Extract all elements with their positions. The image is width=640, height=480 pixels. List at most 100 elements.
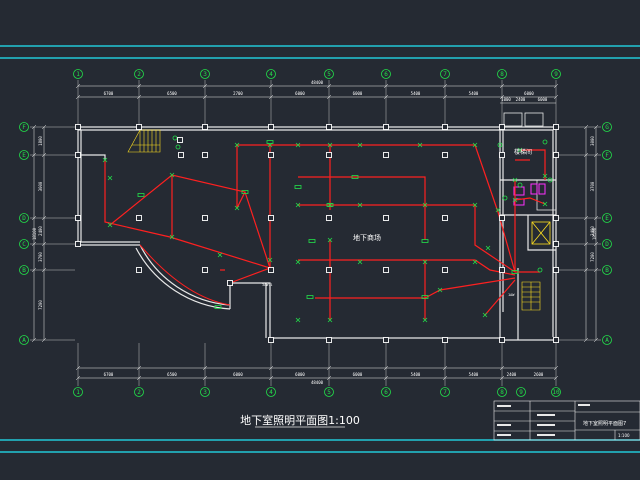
drawing-title: 地下室照明平面图1:100 [240, 413, 360, 427]
emergency-light-0 [172, 135, 178, 141]
dim-left-texts-1: 3000 [38, 181, 43, 191]
grid-bubble-top-7: 7 [440, 69, 450, 79]
dim-bottom-texts-4: 6000 [353, 372, 363, 377]
grid-bubble-top-3-label: 3 [203, 71, 207, 78]
column-37 [268, 337, 274, 343]
column-25 [499, 215, 505, 221]
dim-bottom-segments: 6700 6500 6000 6000 6000 5400 5400 2400 2600 [104, 372, 544, 377]
column-26 [553, 215, 559, 221]
grid-bubble-top-8-label: 8 [500, 71, 504, 78]
dim-bottom-texts-7: 2400 [507, 372, 517, 377]
dim-top-overall: 48400 [311, 80, 324, 85]
light-fixture-23 [295, 317, 301, 323]
emergency-light-3 [542, 139, 548, 145]
fluorescent-light-4 [294, 185, 302, 189]
column-21 [268, 215, 274, 221]
column-7 [499, 124, 505, 130]
grid-bubble-left-D-label: D [22, 215, 26, 222]
building-walls [77, 112, 557, 341]
grid-bubble-right-G: G [602, 122, 612, 132]
column-16 [499, 152, 505, 158]
grid-bubble-bottom-3: 3 [200, 387, 210, 397]
stair-left [127, 129, 161, 153]
column-32 [326, 267, 332, 273]
grid-bubble-left-F-label: F [22, 124, 26, 131]
panel-tag: 3AW-1 [262, 283, 273, 287]
column-17 [553, 152, 559, 158]
grid-bubble-bottom-7: 7 [440, 387, 450, 397]
column-42 [553, 337, 559, 343]
grid-bubble-right-G-label: G [605, 124, 609, 131]
grid-bubble-top-1-label: 1 [76, 71, 80, 78]
dim-top-right-texts-0: 1000 [501, 97, 511, 102]
column-8 [553, 124, 559, 130]
grid-bubble-top-8: 8 [497, 69, 507, 79]
dim-bottom-texts-5: 5400 [411, 372, 421, 377]
dim-bottom-texts-8: 2600 [534, 372, 544, 377]
emergency-light-1 [175, 144, 181, 150]
grid-bubble-right-D: D [602, 239, 612, 249]
grid-bubble-bottom-2: 2 [134, 387, 144, 397]
column-44 [177, 137, 183, 143]
grid-bubble-left-E-label: E [22, 152, 26, 159]
grid-bubble-top-5-label: 5 [327, 71, 331, 78]
fluorescent-light-0 [137, 193, 145, 197]
panel-tag-right: 1AW [508, 293, 515, 297]
grid-bubble-bottom-5: 5 [324, 387, 334, 397]
grid-bubble-left-C: C [19, 239, 29, 249]
dim-right-overall: 18100 [592, 227, 597, 240]
light-fixture-26 [482, 312, 488, 318]
column-6 [442, 124, 448, 130]
grid-bubble-bottom-8-label: 8 [500, 389, 504, 396]
column-38 [326, 337, 332, 343]
grid-bubble-bottom-6: 6 [381, 387, 391, 397]
dim-left-overall: 18100 [32, 227, 37, 240]
grid-bubble-left-D: D [19, 213, 29, 223]
column-10 [178, 152, 184, 158]
grid-bubble-right-E: E [602, 213, 612, 223]
grid-bubble-bottom-10-label: 10 [552, 389, 560, 396]
dim-left-texts-4: 7200 [38, 300, 43, 310]
stair-right [521, 281, 541, 311]
column-28 [553, 241, 559, 247]
column-24 [442, 215, 448, 221]
grid-bubble-bottom-5-label: 5 [327, 389, 331, 396]
grid-bubble-right-B-label: B [605, 267, 609, 274]
dim-top-texts-2: 2700 [233, 91, 243, 96]
column-4 [326, 124, 332, 130]
dim-left-texts-0: 1800 [38, 136, 43, 146]
grid-bubble-right-F: F [602, 150, 612, 160]
grid-bubble-right-B: B [602, 265, 612, 275]
room-label-basement-mall: 地下商场 [353, 233, 381, 242]
column-12 [268, 152, 274, 158]
column-2 [202, 124, 208, 130]
light-fixture-27 [485, 245, 491, 251]
dim-bottom-texts-1: 6500 [167, 372, 177, 377]
grid-bubble-top-5: 5 [324, 69, 334, 79]
dim-bottom-overall: 48400 [311, 380, 324, 385]
grid-bubble-top-2: 2 [134, 69, 144, 79]
grid-bubble-top-2-label: 2 [137, 71, 141, 78]
light-fixture-5 [217, 252, 223, 258]
grid-bubble-top-7-label: 7 [443, 71, 447, 78]
title-block-drawing-name: 地下室照明平面图7 [583, 420, 626, 427]
grid-bubble-right-E-label: E [605, 215, 609, 222]
grid-bubble-right-A: A [602, 335, 612, 345]
dim-top-texts-4: 6000 [353, 91, 363, 96]
column-23 [383, 215, 389, 221]
column-1 [136, 124, 142, 130]
column-15 [442, 152, 448, 158]
grid-bubble-top-3: 3 [200, 69, 210, 79]
grid-bubble-bottom-4: 4 [266, 387, 276, 397]
dim-top-right-texts-1: 2400 [516, 97, 526, 102]
column-3 [268, 124, 274, 130]
grid-bubble-bottom-10: 10 [551, 387, 561, 397]
cad-drawing: 48400 48400 6700 6500 2700 6000 6000 5400 5400… [0, 45, 640, 453]
grid-bubble-bottom-4-label: 4 [269, 389, 273, 396]
column-34 [442, 267, 448, 273]
column-43 [227, 280, 233, 286]
grid-bubble-right-A-label: A [605, 337, 609, 344]
column-0 [75, 124, 81, 130]
column-30 [202, 267, 208, 273]
dim-right-texts-0: 3000 [590, 136, 595, 146]
